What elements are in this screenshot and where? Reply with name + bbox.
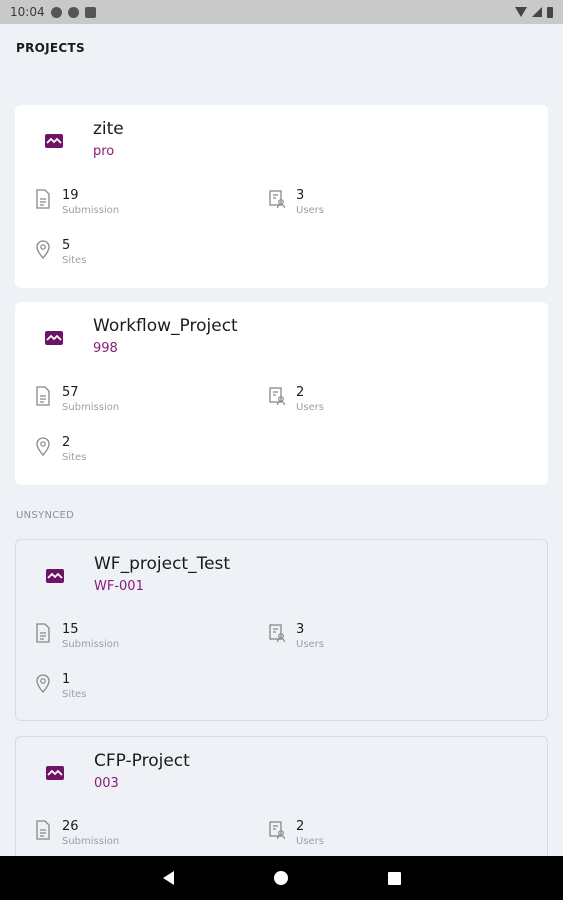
- document-icon: [36, 623, 50, 643]
- project-name: zite: [93, 119, 124, 139]
- users-label: Users: [296, 836, 325, 847]
- section-title-projects: PROJECTS: [16, 41, 85, 55]
- submission-label: Submission: [62, 402, 120, 413]
- project-code: pro: [93, 144, 115, 159]
- users-label: Users: [296, 639, 325, 650]
- sites-label: Sites: [62, 255, 87, 266]
- submission-label: Submission: [62, 836, 120, 847]
- unsynced-project-card[interactable]: CFP-Project 003 26 Submission 2 Users: [15, 736, 548, 876]
- stat-submission: 15 Submission: [34, 622, 119, 652]
- user-list-icon: [269, 387, 286, 406]
- stat-users: 2 Users: [268, 819, 324, 849]
- project-logo-icon: [45, 331, 63, 345]
- project-logo-icon: [46, 766, 64, 780]
- submission-label: Submission: [62, 639, 120, 650]
- project-code: WF-001: [94, 579, 144, 594]
- project-logo-icon: [46, 569, 64, 583]
- user-list-icon: [269, 821, 286, 840]
- project-code: 998: [93, 341, 118, 356]
- users-count: 2: [296, 819, 305, 834]
- location-pin-icon: [36, 240, 50, 259]
- sites-count: 5: [62, 238, 71, 253]
- stat-submission: 26 Submission: [34, 819, 119, 849]
- submission-count: 19: [62, 188, 79, 203]
- project-code: 003: [94, 776, 119, 791]
- stat-submission: 57 Submission: [34, 385, 119, 415]
- unsynced-project-card[interactable]: WF_project_Test WF-001 15 Submission 3 U…: [15, 539, 548, 721]
- sites-count: 2: [62, 435, 71, 450]
- stat-users: 2 Users: [268, 385, 324, 415]
- project-name: Workflow_Project: [93, 316, 238, 336]
- section-title-unsynced: UNSYNCED: [16, 510, 75, 521]
- notification-icon: [50, 6, 62, 18]
- sites-label: Sites: [62, 689, 87, 700]
- system-nav-bar: [0, 856, 563, 900]
- wifi-icon: [515, 7, 527, 17]
- document-icon: [36, 189, 50, 209]
- stat-submission: 19 Submission: [34, 188, 119, 218]
- sim-icon: [84, 6, 96, 18]
- submission-count: 26: [62, 819, 79, 834]
- project-logo-icon: [45, 134, 63, 148]
- users-label: Users: [296, 205, 325, 216]
- project-card[interactable]: zite pro 19 Submission 3 Users 5 Sites: [15, 105, 548, 288]
- status-bar: 10:04: [0, 0, 563, 24]
- user-list-icon: [269, 190, 286, 209]
- user-list-icon: [269, 624, 286, 643]
- project-card[interactable]: Workflow_Project 998 57 Submission 2 Use…: [15, 302, 548, 485]
- stat-sites: 1 Sites: [34, 672, 86, 702]
- sites-label: Sites: [62, 452, 87, 463]
- users-count: 3: [296, 622, 305, 637]
- project-name: WF_project_Test: [94, 554, 231, 574]
- location-pin-icon: [36, 437, 50, 456]
- status-time: 10:04: [10, 5, 45, 19]
- stat-users: 3 Users: [268, 622, 324, 652]
- stat-users: 3 Users: [268, 188, 324, 218]
- stat-sites: 5 Sites: [34, 238, 86, 268]
- submission-count: 57: [62, 385, 79, 400]
- stat-sites: 2 Sites: [34, 435, 86, 465]
- recent-apps-icon[interactable]: [387, 871, 401, 885]
- document-icon: [36, 386, 50, 406]
- users-label: Users: [296, 402, 325, 413]
- project-name: CFP-Project: [94, 751, 190, 771]
- users-count: 3: [296, 188, 305, 203]
- back-icon[interactable]: [162, 871, 174, 885]
- battery-icon: [547, 6, 553, 18]
- data-saver-icon: [67, 6, 79, 18]
- submission-label: Submission: [62, 205, 120, 216]
- users-count: 2: [296, 385, 305, 400]
- signal-icon: [532, 7, 542, 17]
- sites-count: 1: [62, 672, 71, 687]
- location-pin-icon: [36, 674, 50, 693]
- submission-count: 15: [62, 622, 79, 637]
- document-icon: [36, 820, 50, 840]
- home-icon[interactable]: [273, 871, 288, 885]
